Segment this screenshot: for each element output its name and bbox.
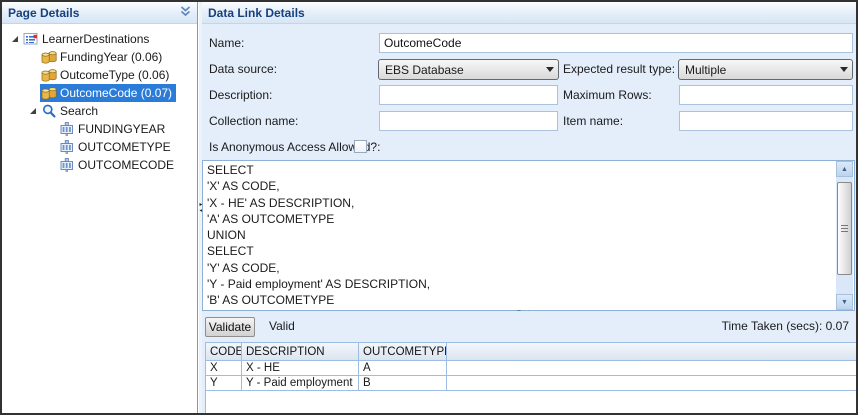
time-taken-label: Time Taken (secs): 0.07 [722,319,849,333]
tree-item-label: Search [60,104,98,118]
column-header-outcometype[interactable]: OUTCOMETYPE [359,343,447,361]
sql-query-editor[interactable]: SELECT 'X' AS CODE, 'X - HE' AS DESCRIPT… [202,160,855,311]
tree-expander-icon[interactable] [26,108,40,114]
tree-node[interactable]: Search [40,102,102,120]
tree-item-outcomecode-0-07[interactable]: OutcomeCode (0.07) [2,84,197,102]
search-icon [41,103,57,119]
expected-result-label: Expected result type: [563,61,675,77]
item-name-input[interactable] [679,111,853,131]
field-icon [59,121,75,137]
scrollbar-grip-icon [841,225,848,232]
tree-item-outcometype-0-06[interactable]: OutcomeType (0.06) [2,66,197,84]
chevron-down-icon [840,67,848,72]
field-icon [59,157,75,173]
collapse-chevron-icon[interactable] [180,6,191,20]
results-table-header: CODEDESCRIPTIONOUTCOMETYPE [206,343,856,361]
expected-result-dropdown[interactable]: Multiple [678,59,853,80]
description-input[interactable] [379,85,558,105]
description-label: Description: [209,87,272,103]
results-table: CODEDESCRIPTIONOUTCOMETYPE XX - HEAYY - … [205,342,856,413]
data-source-value: EBS Database [385,63,540,77]
tree-item-label: FUNDINGYEAR [78,122,165,136]
tree-node[interactable]: LearnerDestinations [22,30,153,48]
tree-item-fundingyear[interactable]: FUNDINGYEAR [2,120,197,138]
validate-button[interactable]: Validate [205,317,255,337]
table-row[interactable]: XX - HEA [206,361,856,376]
table-cell: B [359,376,447,391]
table-cell: Y [206,376,242,391]
sql-scrollbar[interactable]: ▲ ▼ [836,161,853,310]
chevron-down-icon [546,67,554,72]
scroll-down-icon[interactable]: ▼ [836,294,853,310]
table-row[interactable]: YY - Paid employmentB [206,376,856,391]
tree-node[interactable]: FUNDINGYEAR [58,120,169,138]
database-icon [41,49,57,65]
tree-item-learnerdestinations[interactable]: LearnerDestinations [2,30,197,48]
collection-name-input[interactable] [379,111,558,131]
table-cell-filler [447,361,856,376]
tree-item-label: OUTCOMETYPE [78,140,171,154]
tree-item-label: OutcomeCode (0.07) [60,86,172,100]
data-link-details-header: Data Link Details [202,2,856,24]
name-input[interactable] [379,33,853,53]
validation-status: Valid [269,319,295,333]
scroll-up-icon[interactable]: ▲ [836,161,853,177]
anonymous-access-checkbox[interactable] [354,140,367,153]
results-table-body: XX - HEAYY - Paid employmentB [206,361,856,391]
field-icon [59,139,75,155]
table-cell: A [359,361,447,376]
tree-node[interactable]: OutcomeType (0.06) [40,66,173,84]
tree-expander-icon[interactable] [8,36,22,42]
expected-result-value: Multiple [685,63,834,77]
tree-item-search[interactable]: Search [2,102,197,120]
database-icon [41,85,57,101]
tree-node[interactable]: OUTCOMETYPE [58,138,175,156]
data-source-dropdown[interactable]: EBS Database [378,59,559,80]
column-header-code[interactable]: CODE [206,343,242,361]
tree-item-label: OutcomeType (0.06) [60,68,169,82]
maximum-rows-input[interactable] [679,85,853,105]
scrollbar-thumb[interactable] [837,182,852,275]
tree-item-outcometype[interactable]: OUTCOMETYPE [2,138,197,156]
tree-node[interactable]: OutcomeCode (0.07) [40,84,176,102]
page-tree: LearnerDestinations FundingYear (0.06) Out… [2,24,197,174]
data-link-details-title: Data Link Details [208,6,305,20]
tree-item-fundingyear-0-06[interactable]: FundingYear (0.06) [2,48,197,66]
table-cell-filler [447,376,856,391]
name-label: Name: [209,35,244,51]
collection-name-label: Collection name: [209,113,298,129]
tree-item-outcomecode[interactable]: OUTCOMECODE [2,156,197,174]
tree-item-label: FundingYear (0.06) [60,50,162,64]
tree-node[interactable]: OUTCOMECODE [58,156,178,174]
table-cell: X [206,361,242,376]
page-details-panel: Page Details LearnerDestinations FundingY… [2,2,198,413]
column-header-description[interactable]: DESCRIPTION [242,343,359,361]
database-icon [41,67,57,83]
item-name-label: Item name: [563,113,623,129]
tree-item-label: LearnerDestinations [42,32,149,46]
table-cell: X - HE [242,361,359,376]
maximum-rows-label: Maximum Rows: [563,87,652,103]
page-details-header: Page Details [2,2,197,24]
page-icon [23,31,39,47]
app-window: Page Details LearnerDestinations FundingY… [0,0,858,415]
validate-row: Validate Valid Time Taken (secs): 0.07 [202,311,857,342]
data-link-details-panel: Data Link Details Name: Data source: EBS… [202,2,856,413]
column-header-filler [447,343,856,361]
page-details-title: Page Details [8,6,79,20]
tree-item-label: OUTCOMECODE [78,158,174,172]
data-source-label: Data source: [209,61,277,77]
tree-node[interactable]: FundingYear (0.06) [40,48,166,66]
table-cell: Y - Paid employment [242,376,359,391]
